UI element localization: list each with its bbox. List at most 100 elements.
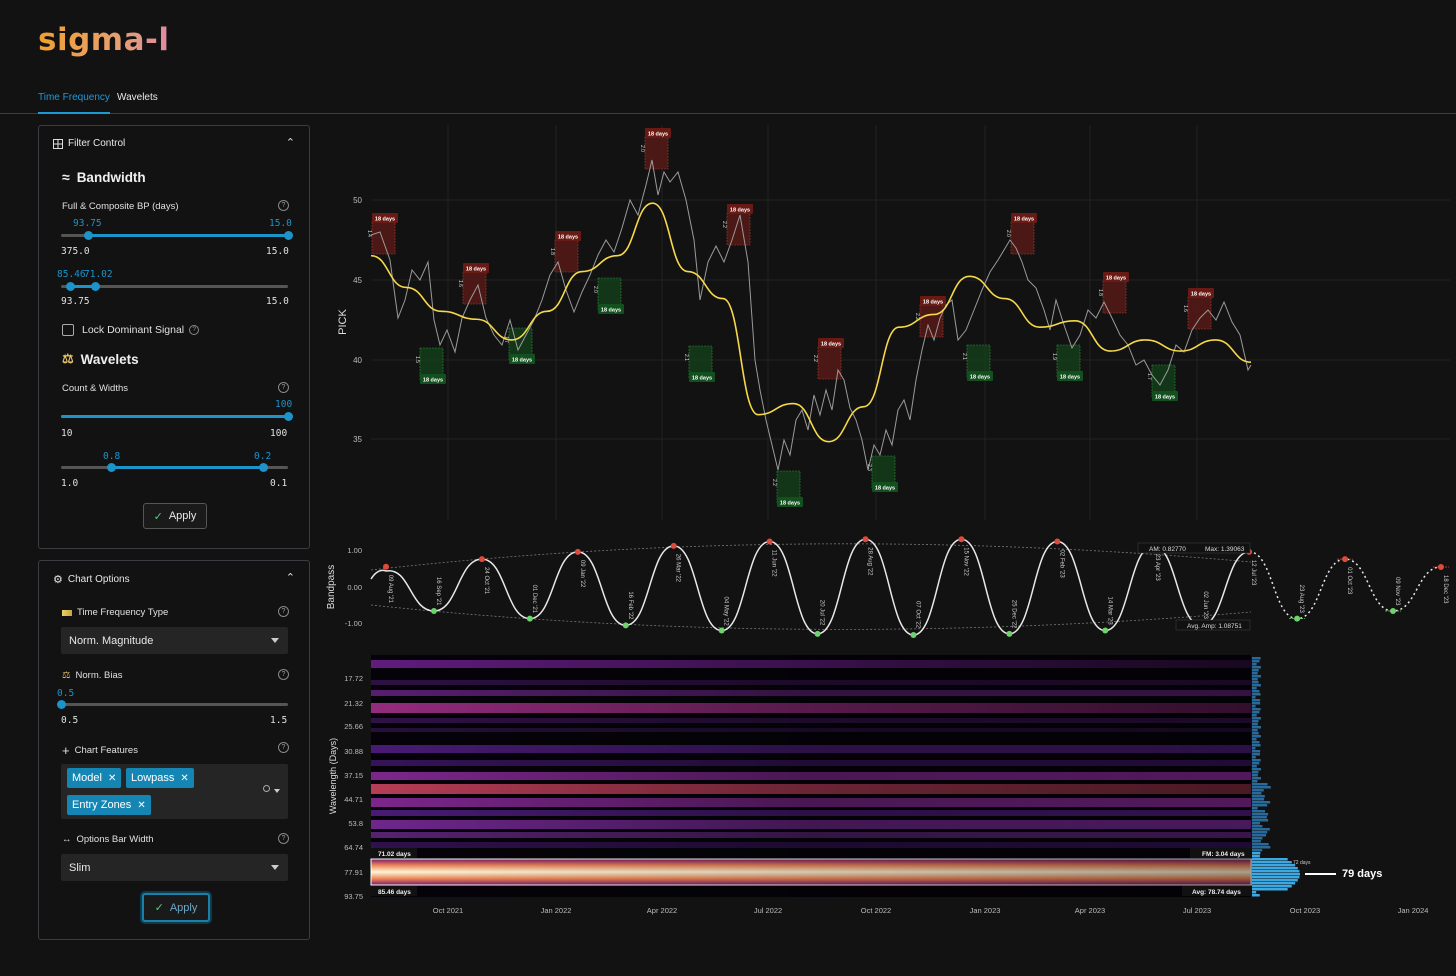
heatmap-xtick: Jan 2022: [541, 906, 572, 915]
help-icon[interactable]: ?: [278, 833, 289, 844]
spectrum-bar: [1252, 837, 1263, 840]
sell-entry-zone: 18 days 2.0: [1005, 213, 1037, 255]
remove-icon[interactable]: ✕: [137, 800, 145, 811]
heatmap-xtick: Jan 2024: [1398, 906, 1429, 915]
chart-options-apply-button[interactable]: ✓ Apply: [142, 893, 210, 922]
count-slider-track[interactable]: [61, 412, 293, 421]
spectrum-bar: [1252, 786, 1271, 789]
feature-chip-lowpass[interactable]: Lowpass ✕: [126, 768, 194, 788]
filter-control-title: Filter Control: [68, 138, 126, 149]
spectrum-bar: [1252, 780, 1258, 783]
count-slider-thumb[interactable]: [284, 412, 293, 421]
spectrum-bar: [1252, 690, 1260, 693]
plus-icon: +: [62, 743, 70, 758]
cycle-date-label: 23 Apr '23: [1154, 554, 1160, 581]
bp-slider1-high-thumb[interactable]: [284, 231, 293, 240]
bp-slider2-track[interactable]: [61, 282, 288, 291]
heatmap-xtick: Apr 2023: [1075, 906, 1105, 915]
bandpass-ytick: 1.00: [347, 546, 362, 555]
heatmap-fade: [371, 655, 1251, 897]
lock-dominant-checkbox[interactable]: [62, 324, 74, 336]
remove-icon[interactable]: ✕: [108, 773, 116, 784]
spectrum-bar: [1252, 879, 1298, 882]
entry-zones: 18 days 1.4 18 days 1.5 18 days 1.6 18 days1.7…: [366, 128, 1214, 507]
cycle-markers: 09 Aug '21 16 Sep '21 24 Oct '21 01 Dec '21…: [383, 536, 1449, 638]
help-icon[interactable]: ?: [189, 325, 200, 335]
chevron-up-icon[interactable]: ⌃: [286, 571, 295, 584]
cycle-date-label: 09 Aug '21: [387, 575, 393, 604]
entry-zone-rank: 1.6: [1182, 305, 1188, 312]
norm-bias-thumb[interactable]: [57, 700, 66, 709]
help-icon[interactable]: ?: [278, 669, 289, 680]
remove-icon[interactable]: ✕: [180, 773, 188, 784]
cycle-date-label: 09 Jan '22: [579, 560, 585, 588]
tab-time-frequency[interactable]: Time Frequency: [38, 92, 110, 114]
help-icon[interactable]: ?: [278, 742, 289, 753]
spectrum-bar: [1252, 843, 1269, 846]
spectrum-bar: [1252, 864, 1296, 867]
filter-apply-button[interactable]: ✓ Apply: [143, 503, 207, 529]
entry-zone-label: 18 days: [730, 207, 750, 213]
width-slider-min: 1.0: [61, 478, 79, 489]
buy-entry-zone: 18 days1.7: [503, 327, 535, 364]
spectrum-bar: [1252, 846, 1271, 849]
spectrum-bar: [1252, 696, 1256, 699]
bar-width-select[interactable]: Slim: [61, 854, 288, 881]
cycle-trough-marker: [622, 622, 629, 629]
cycle-date-label: 04 May '22: [723, 597, 729, 627]
max-annotation: Max: 1.39063: [1205, 546, 1245, 553]
spectrum-bar: [1252, 741, 1260, 744]
spectrum-bar: [1252, 840, 1261, 843]
heatmap-ytick: 25.66: [344, 722, 363, 731]
entry-zone-rank: 1.8: [549, 248, 555, 255]
spectrum-bar: [1252, 849, 1263, 852]
width-slider-high-thumb[interactable]: [259, 463, 268, 472]
app-logo: sigma-l: [38, 22, 170, 58]
tab-wavelets[interactable]: Wavelets: [117, 92, 158, 103]
width-slider-low-thumb[interactable]: [107, 463, 116, 472]
spectrum-bar: [1252, 660, 1260, 663]
cycle-date-label: 07 Oct '22: [914, 601, 920, 629]
cycle-trough-marker: [430, 607, 437, 614]
spectrum-bar: [1252, 768, 1261, 771]
filter-control-header[interactable]: Filter Control: [53, 138, 125, 149]
spectrum-bar: [1252, 789, 1264, 792]
count-slider-min: 10: [61, 428, 73, 439]
cycle-date-label: 25 Dec '22: [1010, 600, 1016, 629]
chart-features-multiselect[interactable]: Model ✕ Lowpass ✕ Entry Zones ✕: [61, 764, 288, 819]
spectrum-bar: [1252, 714, 1257, 717]
chevron-up-icon[interactable]: ⌃: [286, 136, 295, 149]
tf-type-select[interactable]: Norm. Magnitude: [61, 627, 288, 654]
entry-zone-label: 18 days: [375, 216, 395, 222]
feature-chip-label: Model: [72, 772, 102, 784]
heatmap-xtick: Apr 2022: [647, 906, 677, 915]
cycle-date-label: 01 Dec '21: [531, 585, 537, 614]
help-icon[interactable]: ?: [278, 606, 289, 617]
tf-type-label: Time Frequency Type: [77, 607, 169, 618]
entry-zone-rank: 2.0: [639, 145, 645, 152]
width-slider-low-value: 0.8: [103, 451, 121, 462]
heatmap-ytick: 44.71: [344, 795, 363, 804]
lock-dominant-row[interactable]: Lock Dominant Signal ?: [62, 324, 200, 336]
feature-chip-model[interactable]: Model ✕: [67, 768, 122, 788]
help-icon[interactable]: ?: [278, 382, 289, 393]
spectrum-bar: [1252, 834, 1266, 837]
width-slider-track[interactable]: [61, 463, 288, 472]
clear-all-icon[interactable]: [263, 785, 270, 792]
bp-slider1-track[interactable]: [61, 231, 293, 240]
spectrum-bar: [1252, 675, 1261, 678]
feature-chip-entry-zones[interactable]: Entry Zones ✕: [67, 795, 151, 815]
help-icon[interactable]: ?: [278, 200, 289, 211]
band-label-text: Avg: 78.74 days: [1192, 889, 1241, 896]
bp-slider2-high-thumb[interactable]: [91, 282, 100, 291]
width-slider-max: 0.1: [270, 478, 288, 489]
bp-slider2-low-value: 85.46: [57, 269, 86, 280]
chart-options-header[interactable]: ⚙ Chart Options: [53, 573, 130, 586]
norm-bias-track[interactable]: [57, 700, 288, 709]
bp-slider2-low-thumb[interactable]: [66, 282, 75, 291]
spectrum-bar: [1252, 732, 1259, 735]
caret-down-icon[interactable]: [274, 789, 280, 793]
heatmap-ytick: 37.15: [344, 771, 363, 780]
bp-slider1-low-thumb[interactable]: [84, 231, 93, 240]
spectrum-bar: [1252, 693, 1261, 696]
